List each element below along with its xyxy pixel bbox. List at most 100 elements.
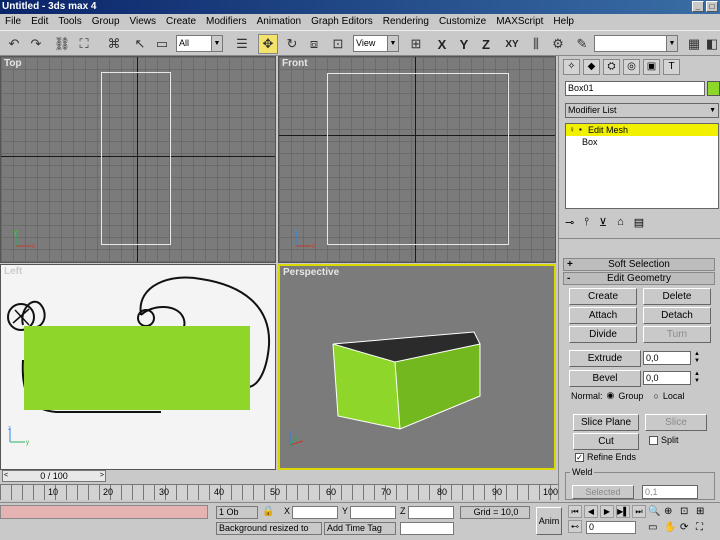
unlink-icon[interactable]: ⛶ [74,34,94,54]
menu-animation[interactable]: Animation [252,14,306,30]
bevel-button[interactable]: Bevel [569,370,641,387]
named-selection-icon[interactable]: ✎ [572,34,592,54]
remove-modifier-icon[interactable]: ⌂ [617,216,624,229]
zoom-icon[interactable]: 🔍 [648,506,660,517]
menu-file[interactable]: File [0,14,26,30]
attach-button[interactable]: Attach [569,307,637,324]
reference-coordinate-dropdown[interactable]: View ▼ [353,35,399,52]
menu-maxscript[interactable]: MAXScript [491,14,548,30]
selection-filter-dropdown[interactable]: All ▼ [176,35,223,52]
menu-group[interactable]: Group [87,14,125,30]
time-tag-field[interactable] [400,522,454,535]
add-time-tag-button[interactable]: Add Time Tag [324,522,396,535]
bevel-spinner-icon[interactable]: ▲ ▼ [693,371,701,385]
turn-button[interactable]: Turn [643,326,711,343]
object-name-field[interactable]: Box01 [565,81,705,96]
x-coordinate-field[interactable] [292,506,338,519]
restrict-x-button[interactable]: X [432,34,452,54]
select-rotate-icon[interactable]: ↻ [282,34,302,54]
menu-help[interactable]: Help [548,14,579,30]
go-to-end-icon[interactable]: ⏭ [632,505,646,518]
make-unique-icon[interactable]: ⊻ [599,216,607,229]
bind-space-warp-icon[interactable]: ⌘ [104,34,124,54]
object-color-swatch[interactable] [707,81,720,96]
radio-group-icon[interactable]: ◉ [607,390,615,401]
menu-modifiers[interactable]: Modifiers [201,14,252,30]
create-tab-icon[interactable]: ✧ [563,59,580,75]
restrict-z-button[interactable]: Z [476,34,496,54]
next-frame-icon[interactable]: ▶▌ [616,505,630,518]
region-zoom-icon[interactable]: ▭ [648,522,657,533]
key-mode-icon[interactable]: ⊷ [568,520,582,533]
select-object-icon[interactable]: ↖ [130,34,150,54]
motion-tab-icon[interactable]: ◎ [623,59,640,75]
material-editor-icon[interactable]: ▦ [684,34,704,54]
viewport-front[interactable]: Front x z [278,56,556,263]
delete-button[interactable]: Delete [643,288,711,305]
undo-icon[interactable]: ↶ [4,34,24,54]
chevron-right-icon[interactable]: > [100,471,104,481]
restrict-xy-button[interactable]: XY [500,34,524,54]
menu-rendering[interactable]: Rendering [378,14,434,30]
hierarchy-tab-icon[interactable]: ⛭ [603,59,620,75]
previous-frame-icon[interactable]: ◀ [584,505,598,518]
weld-selected-button[interactable]: Selected [572,485,634,499]
pin-stack-icon[interactable]: ⊸ [565,216,574,229]
menu-edit[interactable]: Edit [26,14,53,30]
render-scene-icon[interactable]: ◧ [702,34,720,54]
align-icon[interactable]: ⚙ [548,34,568,54]
radio-local-icon[interactable]: ○ [653,391,658,401]
utilities-tab-icon[interactable]: T [663,59,680,75]
slice-plane-button[interactable]: Slice Plane [573,414,639,431]
menu-views[interactable]: Views [125,14,162,30]
expand-icon[interactable]: ▪ [579,124,582,136]
zoom-all-icon[interactable]: ⊕ [664,506,672,517]
minimize-icon[interactable]: _ [692,1,704,12]
stack-item-edit-mesh[interactable]: ♀ ▪ Edit Mesh [566,124,718,136]
viewport-left[interactable]: Left y z [0,264,276,470]
redo-icon[interactable]: ↷ [26,34,46,54]
go-to-start-icon[interactable]: ⏮ [568,505,582,518]
squash-icon[interactable]: ⊡ [328,34,348,54]
z-coordinate-field[interactable] [408,506,454,519]
split-option[interactable]: Split [649,435,679,445]
y-coordinate-field[interactable] [350,506,396,519]
stack-item-box[interactable]: Box [566,136,718,148]
split-checkbox[interactable] [649,435,658,445]
lock-icon[interactable]: 🔒 [262,506,274,517]
current-frame-field[interactable]: 0 [586,521,636,534]
anim-button[interactable]: Anim [536,507,562,535]
extrude-amount-field[interactable]: 0,0 [643,351,691,365]
chevron-left-icon[interactable]: < [4,471,8,481]
restrict-y-button[interactable]: Y [454,34,474,54]
show-end-result-icon[interactable]: ⫯ [584,216,589,229]
refine-ends-checkbox[interactable]: ✓ [575,452,584,462]
rollout-edit-geometry[interactable]: - Edit Geometry [563,272,715,285]
select-link-icon[interactable]: ⛓ [52,34,72,54]
maximize-viewport-icon[interactable]: ⛶ [696,522,703,533]
play-icon[interactable]: ▶ [600,505,614,518]
named-selection-sets-dropdown[interactable]: ▼ [594,35,678,52]
extrude-button[interactable]: Extrude [569,350,641,367]
divide-button[interactable]: Divide [569,326,637,343]
viewport-perspective[interactable]: Perspective [278,264,556,470]
pan-icon[interactable]: ✋ [664,522,676,533]
slice-button[interactable]: Slice [645,414,707,431]
display-tab-icon[interactable]: ▣ [643,59,660,75]
detach-button[interactable]: Detach [643,307,711,324]
menu-customize[interactable]: Customize [434,14,491,30]
menu-graph-editors[interactable]: Graph Editors [306,14,378,30]
modifier-list-dropdown[interactable]: Modifier List ▼ [565,103,719,118]
zoom-extents-all-icon[interactable]: ⊞ [696,506,704,517]
select-by-name-icon[interactable]: ☰ [232,34,252,54]
select-region-icon[interactable]: ▭ [152,34,172,54]
weld-threshold-field[interactable]: 0,1 [642,485,698,499]
mirror-icon[interactable]: ⫼ [526,34,546,54]
rollout-soft-selection[interactable]: + Soft Selection [563,258,715,271]
menu-create[interactable]: Create [161,14,201,30]
pivot-center-icon[interactable]: ⊞ [406,34,426,54]
viewport-top[interactable]: Top x y [0,56,276,263]
maximize-icon[interactable]: □ [706,1,718,12]
select-scale-icon[interactable]: ⧈ [304,34,324,54]
time-slider[interactable]: < 0 / 100 > [2,470,106,482]
